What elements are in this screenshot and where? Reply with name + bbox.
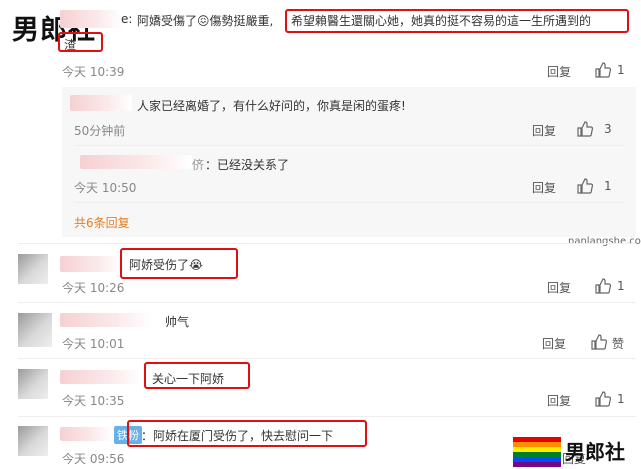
divider <box>18 358 636 359</box>
reply-button[interactable]: 回复 <box>532 122 556 139</box>
highlight-box <box>120 248 238 279</box>
sub-reply-author-suffix: 侪 <box>192 158 205 172</box>
comment-time: 今天 10:26 <box>62 281 125 295</box>
like-icon[interactable] <box>595 62 611 78</box>
divider <box>74 202 624 203</box>
like-icon[interactable] <box>595 278 611 294</box>
sub-reply-time: 50分钟前 <box>74 124 126 138</box>
like-count: 1 <box>617 63 625 77</box>
like-icon[interactable] <box>577 121 593 137</box>
rainbow-flag-icon <box>513 437 561 467</box>
comment-text: 帅气 <box>165 315 190 329</box>
highlight-box <box>285 9 629 33</box>
username-blur <box>60 427 112 441</box>
comment-author-suffix: e: <box>121 12 133 26</box>
like-icon[interactable] <box>591 334 607 350</box>
like-count: 1 <box>604 179 612 193</box>
avatar[interactable] <box>18 313 52 347</box>
like-count: 1 <box>617 279 625 293</box>
like-icon[interactable] <box>595 391 611 407</box>
username-blur <box>70 95 132 111</box>
highlight-box <box>144 362 250 389</box>
watermark-logo: 男郎社 <box>565 440 625 464</box>
avatar[interactable] <box>18 426 48 456</box>
comment-time: 今天 09:56 <box>62 452 125 466</box>
username-blur <box>60 10 122 28</box>
comment-time: 今天 10:39 <box>62 65 125 79</box>
username-blur <box>80 155 192 169</box>
reply-button[interactable]: 回复 <box>547 392 571 409</box>
sub-reply-time: 今天 10:50 <box>74 181 137 195</box>
comment-time: 今天 10:35 <box>62 394 125 408</box>
avatar[interactable] <box>18 369 48 399</box>
username-blur <box>60 313 152 327</box>
divider <box>18 243 636 244</box>
divider <box>18 416 636 417</box>
reply-button[interactable]: 回复 <box>532 179 556 196</box>
highlight-box <box>58 32 103 52</box>
like-count: 1 <box>617 392 625 406</box>
reply-button[interactable]: 回复 <box>542 335 566 352</box>
more-replies-link[interactable]: 共6条回复 <box>74 214 130 231</box>
username-blur <box>60 256 122 272</box>
like-icon[interactable] <box>577 178 593 194</box>
like-count: 3 <box>604 122 612 136</box>
comment-time: 今天 10:01 <box>62 337 125 351</box>
like-count: 赞 <box>612 337 625 351</box>
comment-text: 阿嬌受傷了😖傷勢挺嚴重, <box>137 14 274 28</box>
divider <box>74 145 624 146</box>
avatar[interactable] <box>18 254 48 284</box>
watermark-url: nanlangshe.com <box>568 236 641 247</box>
highlight-box <box>127 420 367 447</box>
divider <box>18 302 636 303</box>
reply-button[interactable]: 回复 <box>547 279 571 296</box>
reply-button[interactable]: 回复 <box>547 63 571 80</box>
sub-reply-text: ：已经没关系了 <box>205 158 290 172</box>
username-blur <box>60 370 142 384</box>
sub-reply-text: 人家已经离婚了，有什么好问的，你真是闲的蛋疼! <box>137 99 406 113</box>
